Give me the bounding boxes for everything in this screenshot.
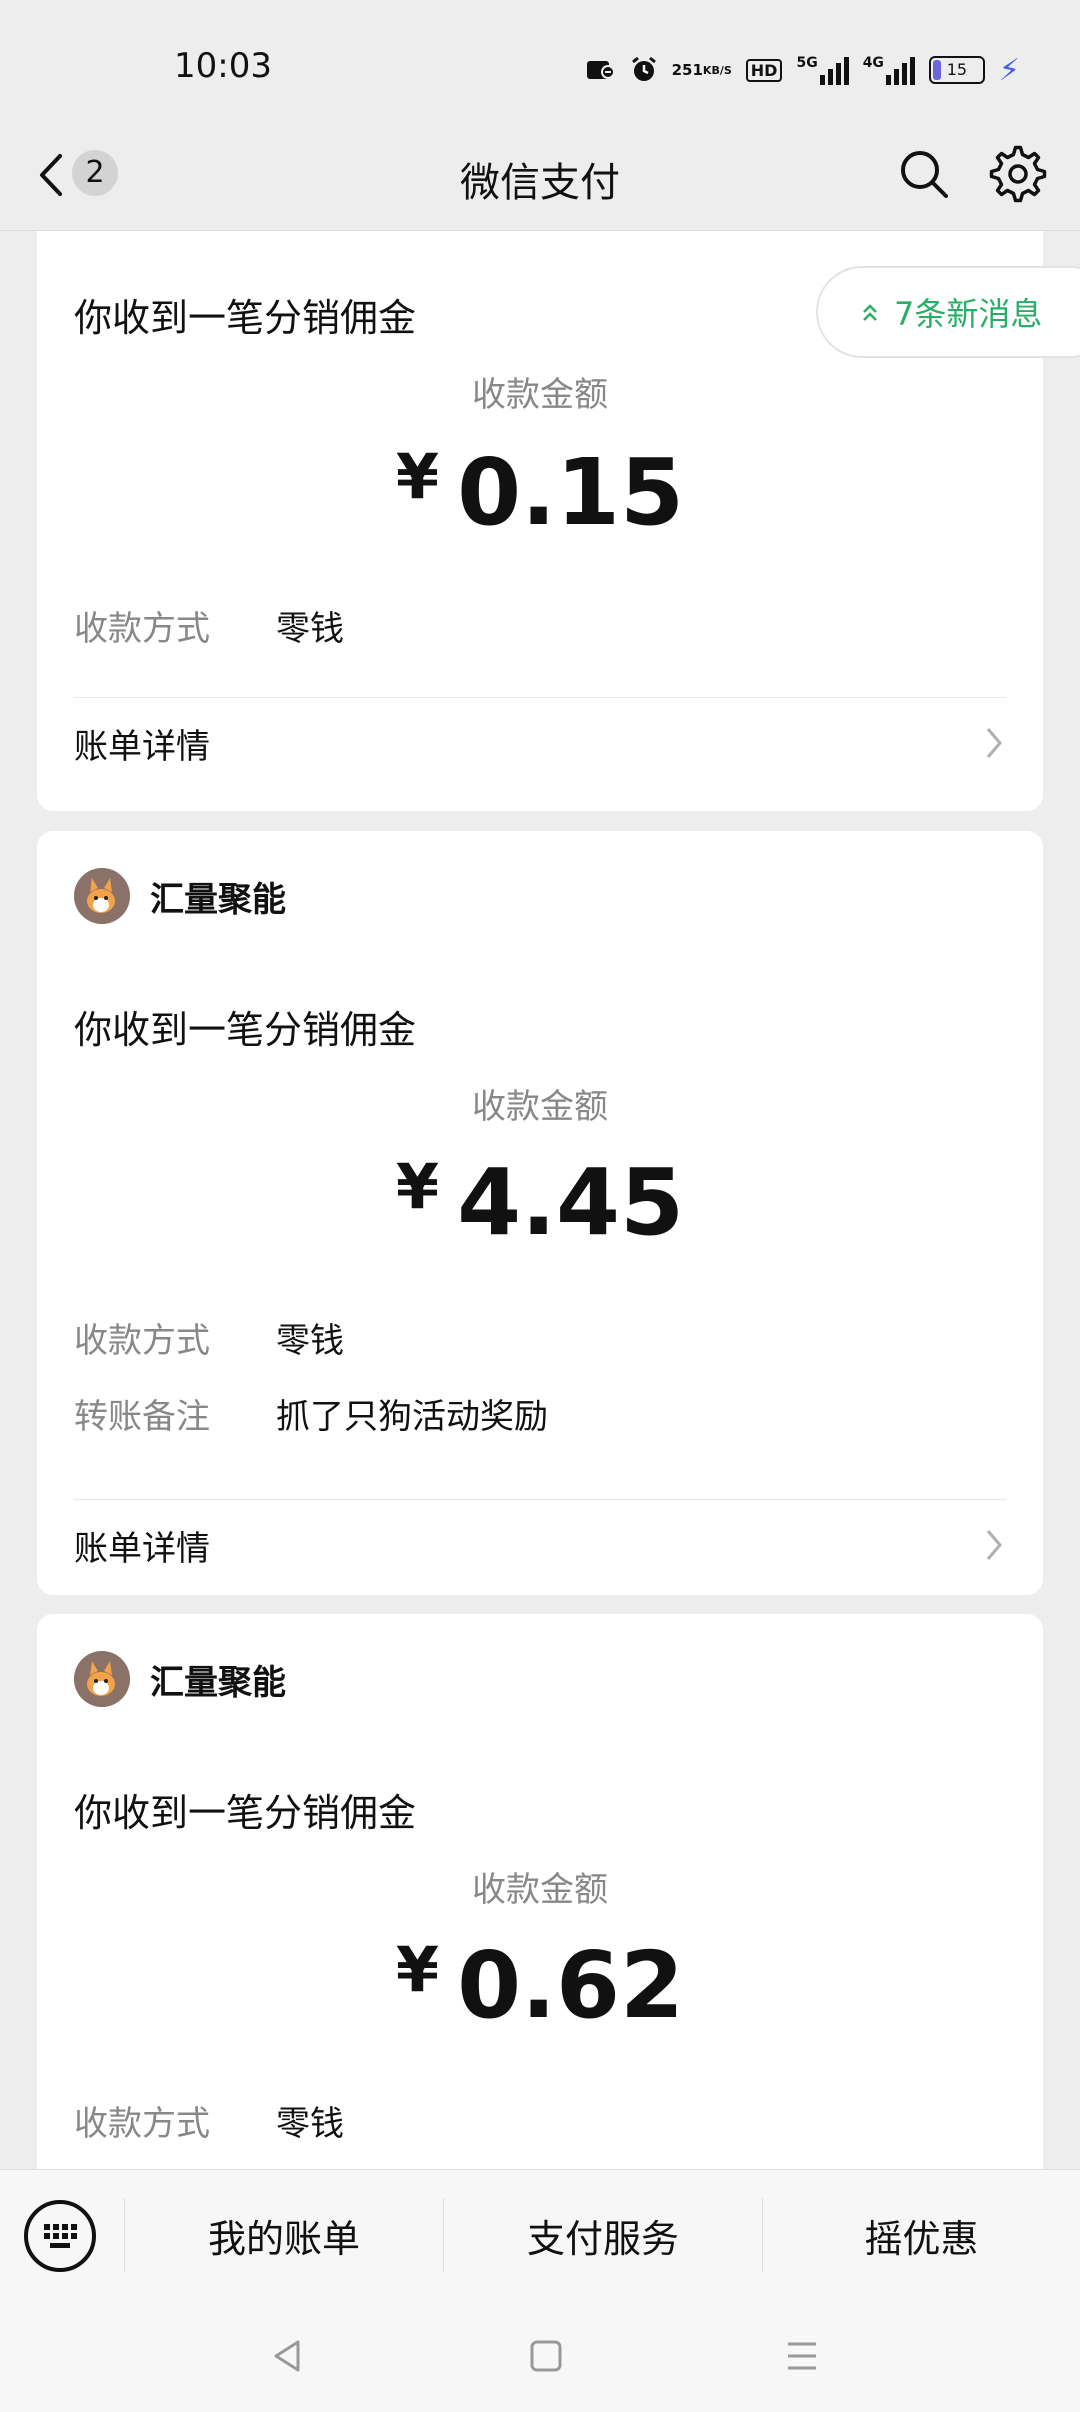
bill-detail-link[interactable]: 账单详情 xyxy=(74,1500,1006,1590)
amount-value: ¥0.62 xyxy=(37,1932,1043,2039)
amount-number: 0.62 xyxy=(457,1932,685,2039)
card-title: 你收到一笔分销佣金 xyxy=(74,1008,417,1052)
network-speed: 251 KB/S xyxy=(671,60,732,79)
row-value: 抓了只狗活动奖励 xyxy=(276,1397,548,1437)
amount-value: ¥0.15 xyxy=(37,439,1043,546)
hd-icon: HD xyxy=(745,58,783,82)
row-value: 零钱 xyxy=(276,1321,344,1361)
info-row: 收款方式 零钱 xyxy=(74,1313,344,1362)
card-header: 汇量聚能 xyxy=(74,1650,286,1708)
avatar[interactable] xyxy=(74,868,130,924)
row-value: 零钱 xyxy=(276,609,344,649)
charging-icon: ⚡ xyxy=(998,52,1020,88)
currency-symbol: ¥ xyxy=(395,440,440,513)
gear-icon xyxy=(989,145,1047,203)
amount-value: ¥4.45 xyxy=(37,1149,1043,1256)
nav-menu-icon[interactable] xyxy=(784,2338,820,2374)
settings-button[interactable] xyxy=(986,142,1050,206)
info-row: 收款方式 零钱 xyxy=(74,2096,344,2145)
battery-level: 15 xyxy=(946,60,968,79)
sender-name: 汇量聚能 xyxy=(150,879,286,920)
battery-icon: 15 xyxy=(928,56,985,84)
info-row: 转账备注 抓了只狗活动奖励 xyxy=(74,1389,548,1438)
payment-card: 汇量聚能 你收到一笔分销佣金 收款金额 ¥0.62 收款方式 零钱 xyxy=(37,1614,1043,2169)
nav-bar: 2 微信支付 xyxy=(0,120,1080,231)
amount-number: 4.45 xyxy=(457,1149,685,1256)
amount-label: 收款金额 xyxy=(472,1870,608,1910)
row-key: 收款方式 xyxy=(74,2104,210,2144)
signal-5g-icon: 5G xyxy=(796,55,849,85)
double-chevron-up-icon xyxy=(863,304,877,321)
menu-my-bills[interactable]: 我的账单 xyxy=(125,2170,443,2300)
row-key: 收款方式 xyxy=(74,609,210,649)
search-button[interactable] xyxy=(894,144,954,204)
sender-name: 汇量聚能 xyxy=(150,1662,286,1703)
signal-4g-icon: 4G xyxy=(863,55,915,85)
speed-unit: KB/S xyxy=(702,63,732,77)
nav-home-icon[interactable] xyxy=(528,2338,564,2374)
row-value: 零钱 xyxy=(276,2104,344,2144)
screen-record-icon xyxy=(586,58,616,82)
keyboard-icon xyxy=(44,2224,77,2248)
menu-payment-services[interactable]: 支付服务 xyxy=(444,2170,762,2300)
card-title: 你收到一笔分销佣金 xyxy=(74,1791,417,1835)
info-row: 收款方式 零钱 xyxy=(74,601,344,650)
new-messages-label: 7条新消息 xyxy=(894,295,1043,333)
status-time: 10:03 xyxy=(174,46,272,86)
bill-detail-label: 账单详情 xyxy=(74,726,210,767)
currency-symbol: ¥ xyxy=(395,1150,440,1223)
row-key: 收款方式 xyxy=(74,1321,210,1361)
amount-number: 0.15 xyxy=(457,439,685,546)
menu-shake-offers[interactable]: 摇优惠 xyxy=(763,2170,1080,2300)
new-messages-button[interactable]: 7条新消息 xyxy=(816,266,1080,358)
speed-value: 251 xyxy=(671,60,703,79)
dog-avatar-icon xyxy=(74,1651,130,1707)
amount-label: 收款金额 xyxy=(472,375,608,415)
system-navigation-bar xyxy=(0,2300,1080,2412)
avatar[interactable] xyxy=(74,1651,130,1707)
message-list[interactable]: 你收到一笔分销佣金 收款金额 ¥0.15 收款方式 零钱 账单详情 汇量聚能 你… xyxy=(0,231,1080,2169)
keyboard-toggle-button[interactable] xyxy=(24,2200,96,2272)
alarm-icon xyxy=(630,56,658,84)
network-5g-label: 5G xyxy=(796,55,818,71)
network-4g-label: 4G xyxy=(862,55,884,71)
card-header: 汇量聚能 xyxy=(74,867,286,925)
status-icons: 251 KB/S HD 5G 4G 15 ⚡ xyxy=(586,50,1020,90)
bottom-menu: 我的账单 支付服务 摇优惠 xyxy=(0,2169,1080,2300)
amount-label: 收款金额 xyxy=(472,1087,608,1127)
bill-detail-link[interactable]: 账单详情 xyxy=(74,698,1006,788)
chevron-right-icon xyxy=(986,1530,1002,1560)
dog-avatar-icon xyxy=(74,868,130,924)
bill-detail-label: 账单详情 xyxy=(74,1528,210,1569)
card-title: 你收到一笔分销佣金 xyxy=(74,296,417,340)
row-key: 转账备注 xyxy=(74,1397,210,1437)
search-icon xyxy=(901,151,948,198)
status-bar: 10:03 251 KB/S HD 5G 4G 15 ⚡ xyxy=(0,0,1080,120)
nav-back-icon[interactable] xyxy=(270,2338,306,2374)
chevron-right-icon xyxy=(986,728,1002,758)
payment-card: 汇量聚能 你收到一笔分销佣金 收款金额 ¥4.45 收款方式 零钱 转账备注 抓… xyxy=(37,831,1043,1595)
currency-symbol: ¥ xyxy=(395,1933,440,2006)
